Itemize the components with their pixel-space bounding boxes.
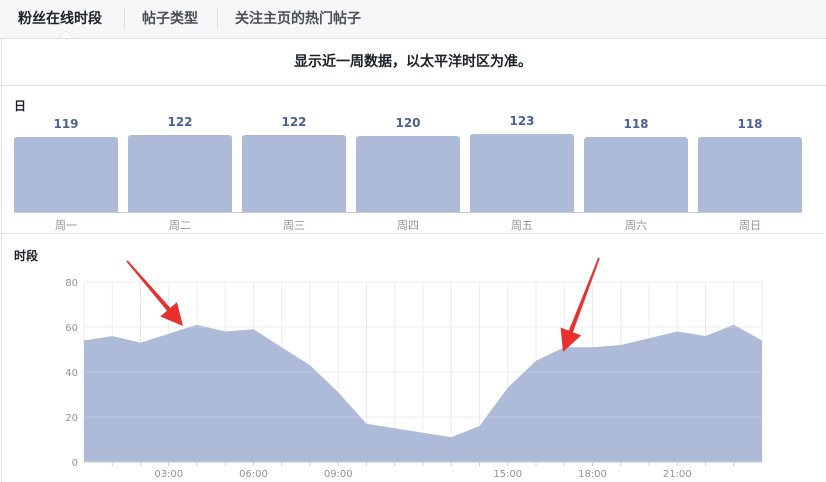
day-bar[interactable] — [470, 134, 574, 212]
day-bar[interactable] — [242, 135, 346, 212]
day-name-label: 周二 — [169, 219, 191, 232]
day-bar[interactable] — [584, 137, 688, 212]
days-section-title: 日 — [14, 99, 27, 113]
tab-separator — [124, 9, 125, 29]
day-value-label: 120 — [395, 116, 421, 130]
day-bar[interactable] — [14, 137, 118, 212]
day-bar[interactable] — [128, 135, 232, 212]
day-value-label: 122 — [281, 115, 307, 129]
day-value-label: 118 — [737, 117, 763, 131]
day-name-label: 周日 — [739, 219, 761, 232]
day-name-label: 周五 — [511, 219, 533, 232]
tab-post-types[interactable]: 帖子类型 — [142, 0, 198, 38]
tab-separator — [217, 9, 218, 29]
day-value-label: 123 — [509, 114, 535, 128]
day-bar[interactable] — [698, 137, 802, 212]
tab-bar: 粉丝在线时段 帖子类型 关注主页的热门帖子 — [0, 0, 826, 39]
tab-top-posts[interactable]: 关注主页的热门帖子 — [235, 0, 361, 38]
day-value-label: 118 — [623, 117, 649, 131]
section-divider — [2, 233, 824, 234]
day-value-label: 119 — [53, 117, 79, 131]
timezone-notice: 显示近一周数据，以太平洋时区为准。 — [0, 39, 826, 86]
day-value-label: 122 — [167, 115, 193, 129]
hours-section-title: 时段 — [14, 249, 39, 263]
days-baseline — [14, 212, 802, 213]
day-name-label: 周六 — [625, 219, 647, 232]
active-tab-indicator-fill — [59, 31, 73, 38]
content-frame — [1, 39, 826, 482]
day-bar[interactable] — [356, 136, 460, 212]
day-name-label: 周四 — [397, 219, 419, 232]
day-name-label: 周三 — [283, 219, 305, 232]
day-name-label: 周一 — [55, 219, 77, 232]
